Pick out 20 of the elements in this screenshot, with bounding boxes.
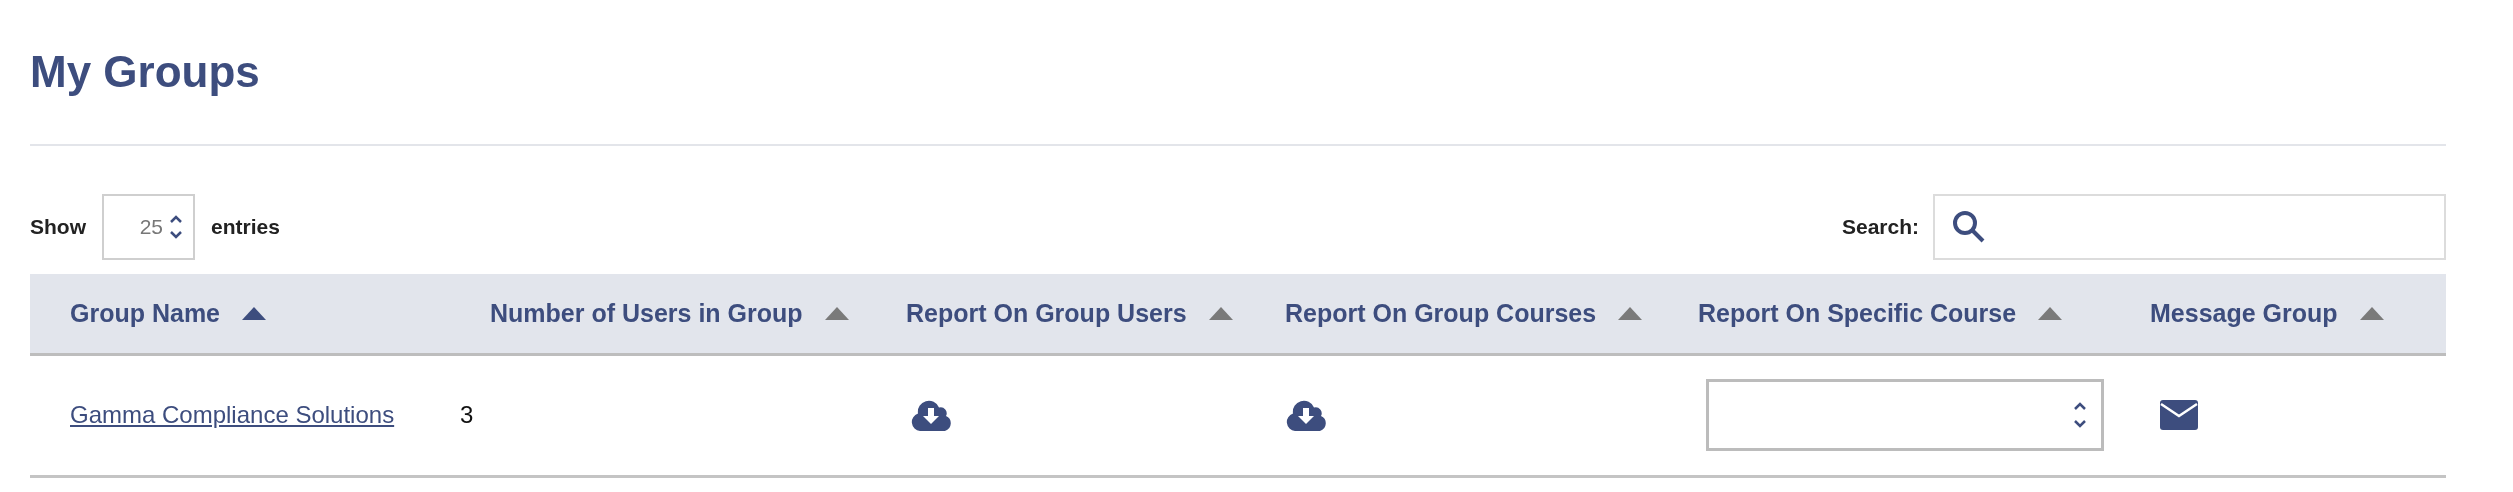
search-icon xyxy=(1951,209,1987,245)
cloud-download-icon[interactable] xyxy=(1285,399,1327,431)
entries-select[interactable]: 25 xyxy=(102,194,195,260)
show-label: Show xyxy=(30,214,86,241)
page-title: My Groups xyxy=(30,46,260,98)
column-header[interactable]: Report On Group Users xyxy=(906,294,1233,332)
column-header[interactable]: Report On Group Courses xyxy=(1285,294,1643,332)
entries-label: entries xyxy=(211,214,280,241)
column-header[interactable]: Number of Users in Group xyxy=(490,294,849,332)
envelope-icon[interactable] xyxy=(2160,400,2198,430)
search-label: Search: xyxy=(1841,214,1919,241)
column-header[interactable]: Report On Specific Course xyxy=(1698,294,2063,332)
group-link[interactable]: Gamma Compliance Solutions xyxy=(70,401,395,428)
cloud-download-icon[interactable] xyxy=(910,399,952,431)
user-count: 3 xyxy=(460,401,474,428)
spinner-icon xyxy=(2073,400,2087,430)
search-field[interactable] xyxy=(1933,194,2446,260)
column-header[interactable]: Message Group xyxy=(2150,294,2384,332)
column-header[interactable]: Group Name xyxy=(70,294,267,332)
spinner-icon xyxy=(169,213,183,241)
